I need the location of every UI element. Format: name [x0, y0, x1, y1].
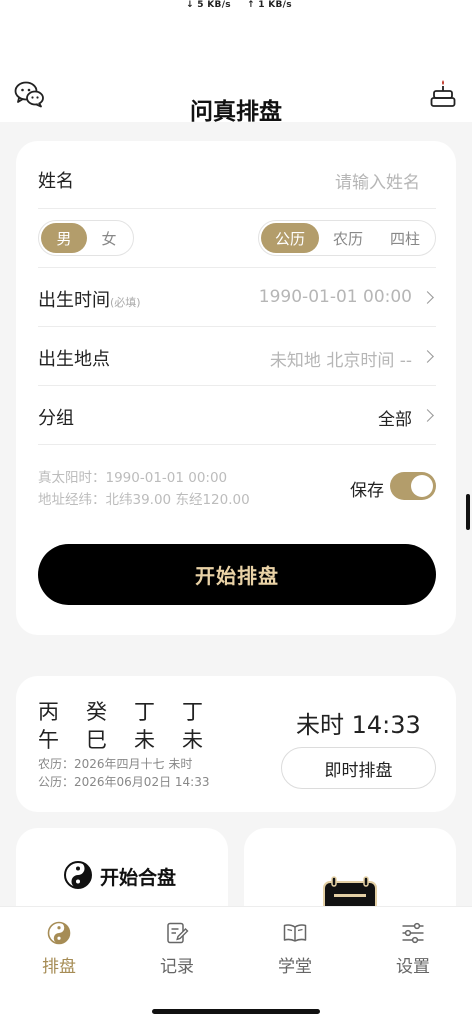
calendar-option-lunar[interactable]: 农历 — [319, 223, 377, 253]
branch-day: 未 — [134, 728, 155, 752]
compatibility-label: 开始合盘 — [100, 867, 177, 889]
true-solar-time-text: 真太阳时：1990-01-01 00:00 — [38, 470, 228, 486]
branch-month: 巳 — [86, 728, 107, 752]
save-toggle[interactable] — [390, 472, 436, 500]
start-chart-button[interactable]: 开始排盘 — [38, 544, 436, 605]
tab-settings-label: 设置 — [396, 957, 430, 977]
required-hint: (必填) — [110, 296, 141, 309]
tab-chart-label: 排盘 — [42, 957, 76, 977]
branch-year: 午 — [38, 728, 59, 752]
sliders-icon — [402, 922, 424, 944]
gender-calendar-row: 男 女 公历 农历 四柱 — [38, 209, 436, 268]
network-speed: ↓ 5 KB/s ↑ 1 KB/s — [186, 0, 308, 10]
scroll-indicator[interactable] — [466, 494, 470, 530]
home-indicator[interactable] — [152, 1009, 320, 1014]
name-row[interactable]: 姓名 请输入姓名 — [38, 141, 436, 209]
yin-yang-icon — [64, 861, 92, 889]
gender-option-female[interactable]: 女 — [87, 223, 131, 253]
birth-time-label: 出生时间(必填) — [38, 286, 141, 312]
birth-time-row[interactable]: 出生时间(必填) 1990-01-01 00:00 — [38, 268, 436, 327]
name-label: 姓名 — [38, 171, 74, 192]
stem-month: 癸 — [86, 700, 107, 724]
toggle-knob — [411, 475, 433, 497]
chevron-right-icon — [421, 350, 434, 363]
cake-icon[interactable] — [430, 78, 456, 108]
group-row[interactable]: 分组 全部 — [38, 386, 436, 445]
birth-place-row[interactable]: 出生地点 未知地 北京时间 -- — [38, 327, 436, 386]
tab-records-label: 记录 — [160, 957, 194, 977]
chevron-right-icon — [421, 291, 434, 304]
yin-yang-icon — [47, 921, 71, 945]
page-title: 问真排盘 — [190, 99, 282, 125]
calendar-type-selector[interactable]: 公历 农历 四柱 — [258, 220, 436, 256]
stem-day: 丁 — [134, 700, 155, 724]
instant-chart-button[interactable]: 即时排盘 — [281, 747, 436, 789]
lunar-date: 农历：2026年四月十七 未时 — [38, 757, 193, 771]
birth-info-form-card: 姓名 请输入姓名 男 女 公历 农历 四柱 出生时间(必填) 1990-01-0… — [16, 141, 456, 635]
birth-place-value[interactable]: 未知地 北京时间 -- — [270, 346, 412, 371]
gender-option-male[interactable]: 男 — [41, 223, 87, 253]
birth-time-label-text: 出生时间 — [38, 290, 110, 311]
solar-date: 公历：2026年06月02日 14:33 — [38, 775, 210, 789]
top-nav-bar: 问真排盘 — [0, 14, 472, 125]
tab-academy-label: 学堂 — [278, 957, 312, 977]
download-speed: ↓ 5 KB/s — [186, 0, 231, 10]
stem-hour: 丁 — [182, 700, 203, 724]
save-label: 保存 — [350, 481, 384, 501]
tab-chart[interactable]: 排盘 — [0, 907, 118, 987]
current-time-card: 丙 癸 丁 丁 午 巳 未 未 农历：2026年四月十七 未时 公历：2026年… — [16, 676, 456, 812]
chevron-right-icon — [421, 409, 434, 422]
calendar-option-solar[interactable]: 公历 — [261, 223, 319, 253]
tab-records[interactable]: 记录 — [118, 907, 236, 987]
name-input[interactable]: 请输入姓名 — [335, 168, 420, 193]
stem-year: 丙 — [38, 700, 59, 724]
calendar-option-four-pillars[interactable]: 四柱 — [377, 223, 433, 253]
bottom-tab-bar: 排盘 记录 学堂 设置 — [0, 906, 472, 1024]
edit-record-icon — [167, 922, 189, 944]
group-label: 分组 — [38, 408, 74, 429]
tab-settings[interactable]: 设置 — [354, 907, 472, 987]
tab-academy[interactable]: 学堂 — [236, 907, 354, 987]
status-bar: ↓ 5 KB/s ↑ 1 KB/s — [0, 0, 472, 14]
upload-speed: ↑ 1 KB/s — [246, 0, 292, 10]
birth-place-label: 出生地点 — [38, 349, 110, 370]
group-value[interactable]: 全部 — [378, 405, 412, 430]
coordinates-text: 地址经纬：北纬39.00 东经120.00 — [38, 492, 250, 508]
branch-hour: 未 — [182, 728, 203, 752]
book-icon — [283, 924, 307, 942]
current-time: 未时 14:33 — [296, 711, 421, 739]
birth-time-value[interactable]: 1990-01-01 00:00 — [259, 287, 412, 307]
gender-selector[interactable]: 男 女 — [38, 220, 134, 256]
